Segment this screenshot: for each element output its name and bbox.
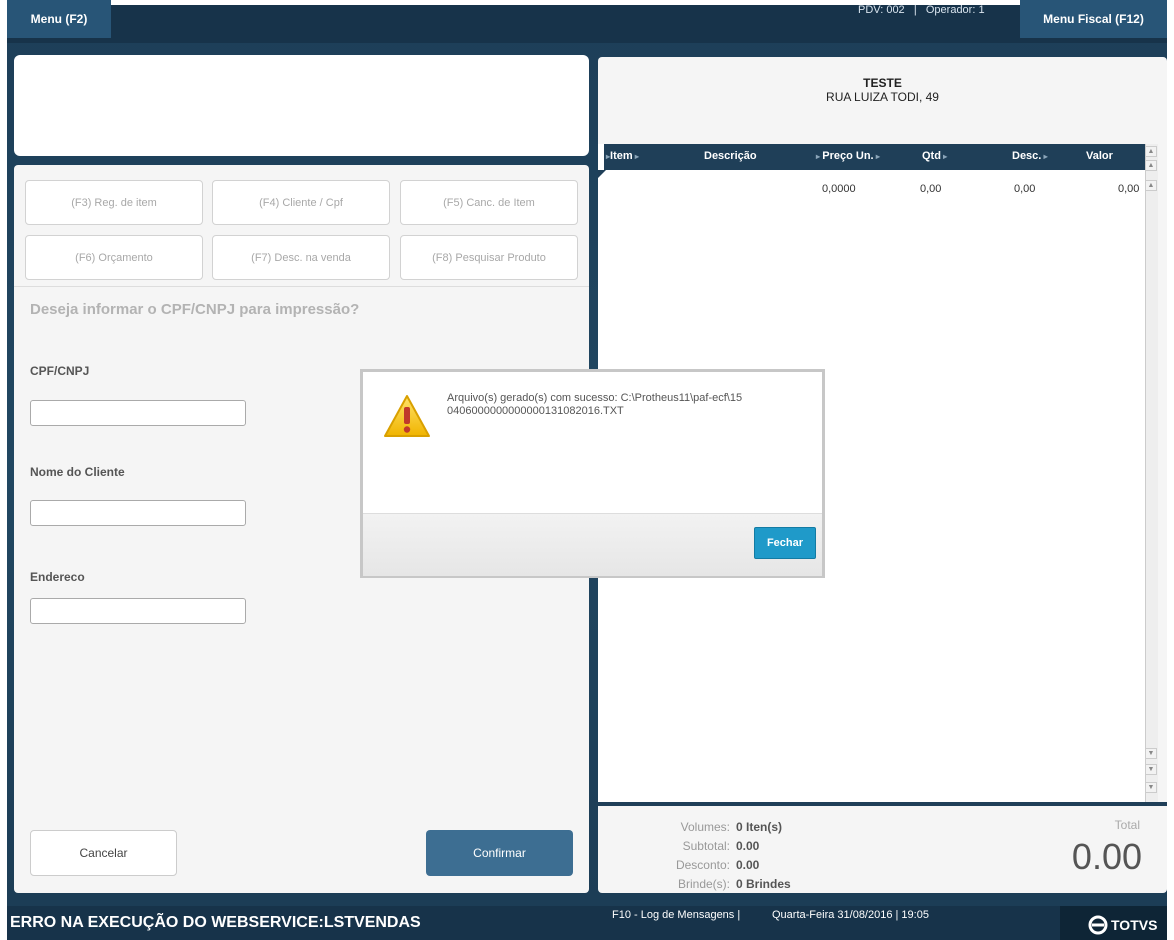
store-address: RUA LUIZA TODI, 49 [826,90,939,104]
subtotal-value: 0.00 [736,839,760,853]
grid-col-qtd: Qtd ▸ [922,150,948,162]
warning-icon [384,395,430,437]
cell-preco: 0,0000 [822,183,856,195]
cpf-label: CPF/CNPJ [30,364,90,378]
grid-col-desc: Desc. ▸ [1012,150,1048,162]
confirm-button[interactable]: Confirmar [426,830,573,876]
sort-icon: ▸ [940,152,948,161]
sort-icon: ▸ [632,152,639,161]
top-bar [7,5,1167,43]
store-name: TESTE [863,76,902,90]
volumes-label: Volumes: [680,820,730,834]
log-messages-link[interactable]: F10 - Log de Mensagens | [612,909,740,921]
fn-button-orcamento[interactable]: (F6) Orçamento [25,235,203,280]
dialog-message: Arquivo(s) gerado(s) com sucesso: C:\Pro… [447,392,743,417]
cell-qtd: 0,00 [920,183,942,195]
cell-desc: 0,00 [1014,183,1036,195]
scroll-up-icon[interactable]: ▲ [1145,160,1157,171]
sort-icon: ▸ [1041,152,1048,161]
scroll-up-icon[interactable]: ▲ [1145,180,1157,191]
cancel-button[interactable]: Cancelar [30,830,177,876]
error-message: ERRO NA EXECUÇÃO DO WEBSERVICE:LSTVENDAS [10,914,421,931]
address-label: Endereco [30,570,85,584]
subtotal-label: Subtotal: [682,839,730,853]
fn-button-desc-venda[interactable]: (F7) Desc. na venda [212,235,390,280]
brand-name: TOTVS [1111,917,1158,933]
fn-button-pesquisar-produto[interactable]: (F8) Pesquisar Produto [400,235,578,280]
desconto-label: Desconto: [675,858,730,872]
scroll-down-icon[interactable]: ▼ [1145,748,1157,759]
grid-col-descricao: Descrição [704,150,757,162]
desconto-value: 0.00 [736,858,760,872]
brindes-value: 0 Brindes [736,877,791,891]
grid-scrollbar[interactable] [1145,176,1158,802]
grid-col-item: ▸Item ▸ [606,150,639,162]
cell-valor: 0,00 [1118,183,1140,195]
grid-bottom-border [598,802,1167,806]
fn-button-canc-item[interactable]: (F5) Canc. de Item [400,180,578,225]
cpf-input[interactable] [30,400,246,426]
divider [14,286,589,287]
form-question: Deseja informar o CPF/CNPJ para impressã… [30,301,360,318]
scroll-page-down-icon[interactable]: ▼ [1145,764,1157,775]
grid-header: ▸Item ▸ Descrição ▸ Preço Un. ▸ Qtd ▸ De… [604,144,1145,170]
total-label: Total [1114,818,1140,832]
fiscal-menu-button[interactable]: Menu Fiscal (F12) [1020,0,1167,38]
address-input[interactable] [30,598,246,624]
close-dialog-button[interactable]: Fechar [754,527,816,559]
fn-button-cliente-cpf[interactable]: (F4) Cliente / Cpf [212,180,390,225]
brindes-label: Brinde(s): [677,877,730,891]
name-label: Nome do Cliente [30,465,125,479]
volumes-value: 0 Iten(s) [736,820,783,834]
message-dialog: Arquivo(s) gerado(s) com sucesso: C:\Pro… [360,369,825,578]
status-datetime: Quarta-Feira 31/08/2016 | 19:05 [772,909,929,921]
fn-button-reg-item[interactable]: (F3) Reg. de item [25,180,203,225]
grid-col-valor: Valor [1086,150,1113,162]
scroll-top-icon[interactable]: ▲ [1145,146,1157,157]
name-input[interactable] [30,500,246,526]
totvs-logo-icon [1088,915,1108,935]
total-value: 0.00 [1071,836,1142,877]
sort-icon: ▸ [873,152,880,161]
grid-col-preco: ▸ Preço Un. ▸ [816,150,880,162]
pdv-operator-info: PDV: 002 | Operador: 1 [858,4,985,16]
scroll-bottom-icon[interactable]: ▼ [1145,782,1157,793]
display-box [14,55,589,156]
menu-button[interactable]: Menu (F2) [7,0,111,38]
